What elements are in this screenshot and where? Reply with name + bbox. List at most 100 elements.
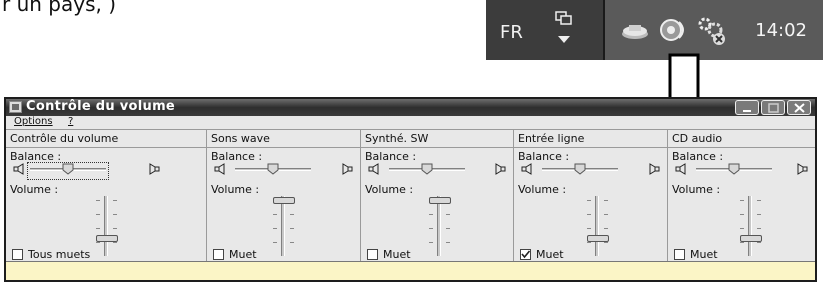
slider-tick — [273, 242, 277, 243]
error-settings-icon[interactable] — [695, 14, 727, 46]
slider-tick — [604, 200, 608, 201]
checkmark-icon — [521, 250, 531, 259]
notification-area: 14:02 — [605, 0, 823, 60]
slider-tick — [757, 242, 761, 243]
slider-tick — [587, 200, 591, 201]
maximize-button[interactable] — [761, 100, 785, 115]
slider-tick — [429, 242, 433, 243]
mute-all-checkbox[interactable] — [12, 249, 23, 260]
slider-tick — [757, 228, 761, 229]
slider-tick — [113, 242, 117, 243]
language-bar[interactable]: FR — [486, 0, 603, 60]
slider-track — [748, 196, 752, 256]
panel-title: Contrôle du volume — [10, 132, 119, 145]
slider-tick — [113, 200, 117, 201]
status-bar — [6, 261, 815, 280]
slider-tick — [96, 200, 100, 201]
slider-tick — [113, 214, 117, 215]
mute-label[interactable]: Muet — [383, 248, 411, 261]
speaker-left-icon — [675, 163, 686, 175]
slider-thumb[interactable] — [96, 235, 118, 242]
slider-thumb[interactable] — [421, 163, 433, 175]
mixer-panels: Contrôle du volume Balance : Volume : To… — [6, 129, 815, 262]
slider-tick — [446, 242, 450, 243]
speaker-right-icon — [797, 163, 808, 175]
slider-thumb[interactable] — [429, 197, 451, 204]
slider-tick — [290, 242, 294, 243]
minimize-icon — [743, 110, 751, 112]
slider-tick — [604, 214, 608, 215]
slider-tick — [740, 214, 744, 215]
volume-slider[interactable] — [577, 192, 617, 272]
panel-divider — [514, 147, 667, 148]
volume-label: Volume : — [365, 183, 414, 196]
mute-checkbox-checked[interactable] — [520, 249, 531, 260]
volume-label: Volume : — [211, 183, 260, 196]
app-icon[interactable] — [9, 101, 22, 113]
window-title: Contrôle du volume — [26, 99, 176, 114]
balance-label: Balance : — [672, 150, 724, 163]
slider-thumb[interactable] — [267, 163, 279, 175]
slider-tick — [290, 228, 294, 229]
menu-help[interactable]: ? — [68, 116, 73, 127]
mute-checkbox[interactable] — [213, 249, 224, 260]
minimize-button[interactable] — [735, 100, 759, 115]
slider-tick — [273, 228, 277, 229]
network-icon[interactable] — [619, 14, 651, 46]
balance-slider[interactable] — [27, 162, 109, 180]
slider-track — [437, 196, 441, 256]
slider-thumb[interactable] — [728, 163, 740, 175]
balance-label: Balance : — [365, 150, 417, 163]
volume-slider[interactable] — [730, 192, 770, 272]
speaker-right-icon — [149, 163, 160, 175]
volume-slider[interactable] — [263, 192, 303, 272]
language-code[interactable]: FR — [500, 22, 523, 43]
slider-track — [104, 196, 108, 256]
volume-slider[interactable] — [86, 192, 126, 272]
mute-checkbox[interactable] — [674, 249, 685, 260]
caption-fragment: r un pays, ) — [2, 0, 117, 16]
mute-label[interactable]: Muet — [690, 248, 718, 261]
slider-tick — [740, 200, 744, 201]
panel-sw-synth: Synthé. SW Balance : Volume : Muet — [361, 130, 514, 262]
volume-label: Volume : — [10, 183, 59, 196]
slider-tick — [273, 214, 277, 215]
panel-title: CD audio — [672, 132, 723, 145]
slider-thumb[interactable] — [273, 197, 295, 204]
slider-thumb[interactable] — [574, 163, 586, 175]
volume-tray-icon[interactable] — [657, 14, 689, 46]
slider-thumb[interactable] — [62, 163, 74, 175]
slider-tick — [96, 214, 100, 215]
mute-label[interactable]: Muet — [536, 248, 564, 261]
mute-checkbox[interactable] — [367, 249, 378, 260]
slider-tick — [446, 228, 450, 229]
slider-tick — [740, 242, 744, 243]
menu-options[interactable]: Options — [14, 116, 53, 127]
balance-slider[interactable] — [540, 163, 620, 179]
slider-track — [595, 196, 599, 256]
slider-tick — [113, 228, 117, 229]
mute-label[interactable]: Muet — [229, 248, 257, 261]
title-bar[interactable]: Contrôle du volume — [6, 99, 815, 116]
slider-thumb[interactable] — [740, 235, 762, 242]
slider-tick — [740, 228, 744, 229]
slider-thumb[interactable] — [587, 235, 609, 242]
slider-tick — [587, 228, 591, 229]
balance-slider[interactable] — [387, 163, 467, 179]
panel-divider — [6, 147, 206, 148]
volume-label: Volume : — [672, 183, 721, 196]
speaker-right-icon — [342, 163, 353, 175]
mute-all-label[interactable]: Tous muets — [28, 248, 90, 261]
slider-tick — [604, 242, 608, 243]
panel-title: Entrée ligne — [518, 132, 585, 145]
panel-wave: Sons wave Balance : Volume : Muet — [207, 130, 361, 262]
close-button[interactable] — [787, 100, 811, 115]
panel-master-volume: Contrôle du volume Balance : Volume : To… — [6, 130, 207, 262]
tray-clock[interactable]: 14:02 — [755, 20, 807, 41]
volume-slider[interactable] — [419, 192, 459, 272]
menu-bar: Options ? — [6, 116, 815, 129]
balance-slider[interactable] — [233, 163, 313, 179]
speaker-left-icon — [368, 163, 379, 175]
balance-slider[interactable] — [694, 163, 774, 179]
language-options-icon[interactable] — [550, 10, 578, 50]
